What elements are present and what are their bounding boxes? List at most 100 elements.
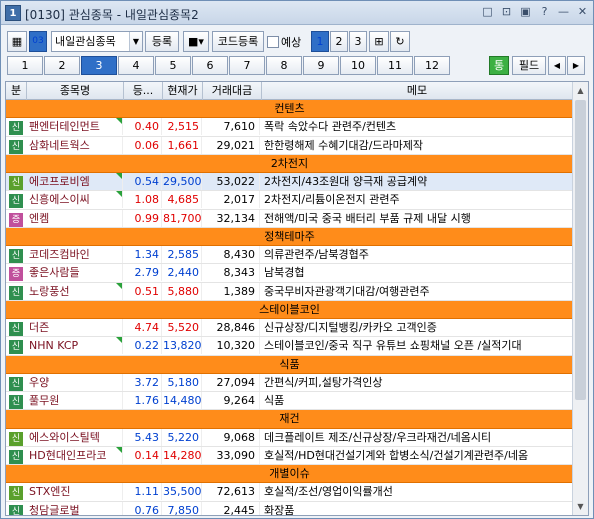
expected-checkbox[interactable]	[267, 36, 279, 48]
scroll-thumb[interactable]	[575, 100, 586, 400]
link-icon[interactable]: □	[481, 5, 494, 19]
scroll-up-icon[interactable]: ▲	[573, 83, 588, 98]
trade-amount: 53,022	[203, 173, 260, 190]
grid-settings-icon[interactable]: ⊞	[369, 31, 389, 52]
group-code-button[interactable]: 03	[29, 31, 47, 52]
tab-9[interactable]: 9	[303, 56, 339, 75]
screenshot-icon[interactable]: ⊡	[500, 5, 513, 19]
stock-name: STX엔진	[27, 483, 123, 501]
header-volume[interactable]: 거래대금	[203, 82, 262, 100]
color-picker-button[interactable]: ■▾	[183, 31, 209, 52]
next-icon[interactable]: ▶	[567, 56, 585, 75]
market-flag-cell: 신	[6, 429, 26, 446]
prev-icon[interactable]: ◀	[548, 56, 566, 75]
group-header-row[interactable]: 컨텐츠	[6, 100, 573, 119]
pin-icon[interactable]: ▣	[519, 5, 532, 19]
help-icon[interactable]: ?	[538, 5, 551, 19]
header-rate[interactable]: 등...	[124, 82, 163, 100]
current-price: 14,280	[163, 446, 202, 464]
watchlist-combo-value: 내일관심종목	[55, 35, 116, 48]
tab-11[interactable]: 11	[377, 56, 413, 75]
page-1-button[interactable]: 1	[311, 31, 329, 52]
header-memo[interactable]: 메모	[262, 82, 573, 100]
watchlist-combo[interactable]: 내일관심종목 ▼	[51, 31, 143, 52]
group-header-row[interactable]: 정책테마주	[6, 227, 573, 246]
market-badge: 신	[9, 121, 23, 136]
change-rate: 0.22	[124, 337, 162, 355]
code-register-button[interactable]: 코드등록	[212, 31, 264, 52]
stock-row[interactable]: 신 에스와이스틸텍 5.43 5,220 9,068 데크플레이트 제조/신규상장/우크라…	[6, 428, 573, 447]
title-bar[interactable]: 1 [0130] 관심종목 - 내일관심종목2 □ ⊡ ▣ ? — ✕	[1, 1, 593, 25]
stock-row[interactable]: 신 삼화네트웍스 0.06 1,661 29,021 한한령해제 수혜기대감/드라마제작	[6, 136, 573, 155]
chevron-down-icon[interactable]: ▼	[129, 32, 142, 51]
tab-8[interactable]: 8	[266, 56, 302, 75]
change-rate: 1.08	[124, 191, 162, 209]
page-3-button[interactable]: 3	[349, 31, 367, 52]
note-marker-icon	[116, 118, 122, 125]
tab-6[interactable]: 6	[192, 56, 228, 75]
tab-3[interactable]: 3	[81, 56, 117, 75]
stock-name: 청담글로벌	[27, 501, 123, 515]
change-rate: 5.43	[124, 428, 162, 446]
tab-5[interactable]: 5	[155, 56, 191, 75]
stock-row[interactable]: 증 엔켐 0.99 81,700 32,134 전해액/미국 중국 배터리 부품 규제 내…	[6, 209, 573, 228]
stock-row[interactable]: 신 우양 3.72 5,180 27,094 간편식/커피,설탕가격인상	[6, 373, 573, 392]
memo: 2차전지/43조원대 양극재 공급계약	[264, 175, 428, 188]
tab-12[interactable]: 12	[414, 56, 450, 75]
page-2-button[interactable]: 2	[330, 31, 348, 52]
market-badge: 신	[9, 176, 23, 190]
tab-10[interactable]: 10	[340, 56, 376, 75]
group-name: 식품	[279, 357, 300, 371]
group-header-row[interactable]: 스테이블코인	[6, 300, 573, 319]
refresh-icon[interactable]: ↻	[390, 31, 410, 52]
group-header-row[interactable]: 2차전지	[6, 154, 573, 173]
stock-row[interactable]: 신 더즌 4.74 5,520 28,846 신규상장/디지털뱅킹/카카오 고객인증	[6, 319, 573, 338]
stock-row[interactable]: 신 팬엔터테인먼트 0.40 2,515 7,610 폭락 속았수다 관련주/컨텐츠	[6, 118, 573, 137]
stock-row[interactable]: 신 노랑풍선 0.51 5,880 1,389 중국무비자관광객기대감/여행관련주	[6, 282, 573, 301]
current-price: 2,440	[163, 264, 202, 282]
header-price[interactable]: 현재가	[163, 82, 203, 100]
consolidated-button[interactable]: 통	[489, 56, 509, 75]
tab-1[interactable]: 1	[7, 56, 43, 75]
layout-icon[interactable]: ▦	[7, 31, 27, 52]
stock-name: 신흥에스이씨	[27, 191, 123, 209]
trade-amount: 8,343	[203, 264, 260, 282]
group-header-row[interactable]: 재건	[6, 410, 573, 429]
memo: 중국무비자관광객기대감/여행관련주	[264, 284, 430, 298]
close-icon[interactable]: ✕	[576, 5, 589, 19]
stock-row[interactable]: 신 에코프로비엠 0.54 29,500 53,022 2차전지/43조원대 양극재 공급…	[6, 173, 573, 192]
note-marker-icon	[116, 191, 122, 198]
stock-row[interactable]: 신 코데즈컴바인 1.34 2,585 8,430 의류관련주/남북경협주	[6, 246, 573, 265]
expected-checkbox-group[interactable]: 예상	[267, 34, 301, 50]
stock-row[interactable]: 신 청담글로벌 0.76 7,850 2,445 화장품	[6, 501, 573, 515]
vertical-scrollbar[interactable]: ▲ ▼	[572, 82, 588, 515]
app-icon: 1	[5, 5, 21, 21]
group-header-row[interactable]: 식품	[6, 355, 573, 374]
current-price: 5,180	[163, 373, 202, 391]
header-type[interactable]: 분	[6, 82, 27, 100]
group-name: 2차전지	[270, 156, 309, 170]
stock-row[interactable]: 신 신흥에스이씨 1.08 4,685 2,017 2차전지/리튬이온전지 관련주	[6, 191, 573, 210]
tab-2[interactable]: 2	[44, 56, 80, 75]
header-name[interactable]: 종목명	[27, 82, 124, 100]
scroll-down-icon[interactable]: ▼	[573, 499, 588, 514]
stock-name: NHN KCP	[27, 337, 123, 355]
change-rate: 0.40	[124, 118, 162, 136]
stock-row[interactable]: 신 NHN KCP 0.22 13,820 10,320 스테이블코인/중국 직구 유튜브…	[6, 337, 573, 356]
register-button[interactable]: 등록	[145, 31, 179, 52]
tab-4[interactable]: 4	[118, 56, 154, 75]
minimize-icon[interactable]: —	[557, 5, 570, 19]
stock-row[interactable]: 신 HD현대인프라코 0.14 14,280 33,090 호실적/HD현대건설기계와 합…	[6, 446, 573, 465]
stock-row[interactable]: 신 풀무원 1.76 14,480 9,264 식품	[6, 392, 573, 411]
stock-row[interactable]: 증 좋은사람들 2.79 2,440 8,343 남북경협	[6, 264, 573, 283]
trade-amount: 8,430	[203, 246, 260, 263]
tab-7[interactable]: 7	[229, 56, 265, 75]
change-rate: 0.14	[124, 446, 162, 464]
memo: 의류관련주/남북경협주	[264, 248, 369, 261]
group-header-row[interactable]: 개별이슈	[6, 465, 573, 484]
market-flag-cell: 신	[6, 319, 26, 336]
market-badge: 신	[9, 139, 23, 154]
current-price: 4,685	[163, 191, 202, 209]
stock-row[interactable]: 신 STX엔진 1.11 35,500 72,613 호실적/조선/영업이익률개선	[6, 483, 573, 502]
field-button[interactable]: 필드	[512, 56, 546, 75]
